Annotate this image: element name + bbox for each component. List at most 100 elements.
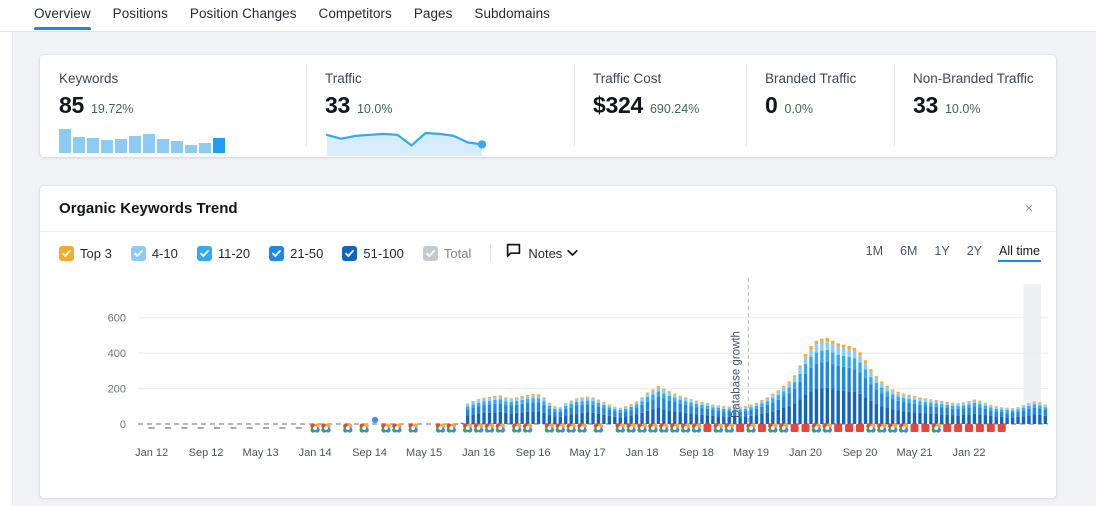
google-logo-center <box>394 426 399 430</box>
trend-chart-svg[interactable]: 0 200 400 600 Database growth Jan 12 Sep 12 May… <box>40 278 1056 478</box>
legend-checkbox-11-20[interactable]: 11-20 <box>196 245 250 261</box>
tab-overview[interactable]: Overview <box>34 0 91 30</box>
database-growth-label: Database growth <box>730 331 742 418</box>
google-update-marker[interactable] <box>898 423 909 433</box>
google-update-marker[interactable] <box>877 423 887 433</box>
google-update-marker[interactable] <box>757 424 766 432</box>
google-update-marker[interactable] <box>484 423 495 433</box>
google-update-marker[interactable] <box>577 423 587 433</box>
bar-segment <box>536 394 541 396</box>
google-update-marker[interactable] <box>555 423 565 433</box>
range-option-all-time[interactable]: All time <box>998 244 1041 262</box>
google-update-marker[interactable] <box>964 424 973 432</box>
tab-subdomains[interactable]: Subdomains <box>474 0 550 30</box>
google-update-marker[interactable] <box>473 423 484 433</box>
google-update-marker[interactable] <box>544 423 555 433</box>
legend-checkbox-4-10[interactable]: 4-10 <box>130 245 178 261</box>
google-update-marker[interactable] <box>768 423 778 433</box>
bar-segment <box>722 406 726 407</box>
google-logo-center <box>465 426 470 430</box>
google-update-marker[interactable] <box>997 424 1006 432</box>
google-update-marker[interactable] <box>975 424 984 432</box>
range-option-1m[interactable]: 1M <box>866 244 883 262</box>
google-update-marker[interactable] <box>615 423 625 433</box>
google-update-marker[interactable] <box>446 423 457 433</box>
google-update-marker[interactable] <box>811 423 822 433</box>
bar-segment <box>1005 409 1009 413</box>
google-update-marker[interactable] <box>779 423 789 433</box>
google-update-marker[interactable] <box>910 424 919 432</box>
google-update-marker[interactable] <box>931 423 941 433</box>
google-update-marker[interactable] <box>790 424 799 432</box>
google-update-marker[interactable] <box>659 423 669 433</box>
google-update-marker[interactable] <box>381 423 391 433</box>
bar-segment <box>743 406 748 409</box>
bar-segment <box>945 401 949 403</box>
notes-dropdown[interactable]: Notes <box>506 243 578 263</box>
google-update-marker[interactable] <box>435 423 446 433</box>
bar-segment <box>700 408 704 415</box>
google-update-marker[interactable] <box>310 423 320 433</box>
google-update-marker[interactable] <box>495 423 506 433</box>
google-update-marker[interactable] <box>921 424 930 432</box>
google-update-marker[interactable] <box>713 423 724 433</box>
google-update-marker[interactable] <box>462 423 473 433</box>
google-update-marker[interactable] <box>343 423 353 433</box>
google-update-marker[interactable] <box>522 423 533 433</box>
google-update-marker[interactable] <box>845 424 854 432</box>
bar-segment <box>662 389 666 394</box>
bar-segment <box>634 414 639 424</box>
range-option-1y[interactable]: 1Y <box>934 244 949 262</box>
x-axis-tick-label: Sep 20 <box>843 447 878 459</box>
legend-checkbox-total[interactable]: Total <box>422 245 471 261</box>
range-option-2y[interactable]: 2Y <box>967 244 982 262</box>
google-update-marker[interactable] <box>834 424 843 432</box>
google-update-marker[interactable] <box>648 423 658 433</box>
bar-segment <box>901 397 906 403</box>
google-update-marker[interactable] <box>703 424 712 432</box>
google-update-marker[interactable] <box>736 424 745 432</box>
google-update-marker[interactable] <box>392 423 402 433</box>
close-icon[interactable]: × <box>1018 198 1040 220</box>
google-update-marker[interactable] <box>724 423 734 433</box>
bar-segment <box>820 350 824 363</box>
google-update-marker[interactable] <box>566 423 576 433</box>
bar-segment <box>885 391 889 397</box>
google-update-marker[interactable] <box>637 423 647 433</box>
kpi-traffic-cost: Traffic Cost $324 690.24% <box>574 55 746 157</box>
google-update-marker[interactable] <box>866 423 876 433</box>
legend-checkbox-51-100[interactable]: 51-100 <box>342 245 404 261</box>
google-update-marker[interactable] <box>359 423 369 433</box>
google-update-marker[interactable] <box>680 423 691 433</box>
algorithm-update-marker-red <box>975 424 984 432</box>
bar-segment <box>891 389 895 391</box>
google-update-marker[interactable] <box>746 423 756 433</box>
tab-pages[interactable]: Pages <box>414 0 453 30</box>
tab-competitors[interactable]: Competitors <box>319 0 392 30</box>
tab-position-changes[interactable]: Position Changes <box>190 0 297 30</box>
tab-positions[interactable]: Positions <box>113 0 168 30</box>
legend-checkbox-top-3[interactable]: Top 3 <box>59 245 112 261</box>
google-update-marker[interactable] <box>943 424 952 432</box>
google-update-marker[interactable] <box>691 423 702 433</box>
google-update-marker[interactable] <box>856 424 865 432</box>
google-update-marker[interactable] <box>801 424 810 432</box>
google-update-marker[interactable] <box>670 423 680 433</box>
google-update-marker[interactable] <box>371 416 379 424</box>
google-update-marker[interactable] <box>954 424 963 432</box>
legend-checkbox-21-50[interactable]: 21-50 <box>269 245 323 261</box>
bar-segment <box>782 387 786 392</box>
google-update-marker[interactable] <box>321 423 331 433</box>
bar-segment <box>994 408 998 412</box>
google-update-marker[interactable] <box>512 423 522 433</box>
google-update-marker[interactable] <box>593 423 604 433</box>
bar-segment <box>1021 410 1026 417</box>
google-update-marker[interactable] <box>626 423 636 433</box>
google-update-marker[interactable] <box>822 423 832 433</box>
google-update-marker[interactable] <box>408 423 418 433</box>
google-update-marker[interactable] <box>986 424 995 432</box>
range-option-6m[interactable]: 6M <box>900 244 917 262</box>
google-update-marker[interactable] <box>888 423 898 433</box>
bar-segment <box>493 399 497 404</box>
bar-segment <box>591 412 595 424</box>
